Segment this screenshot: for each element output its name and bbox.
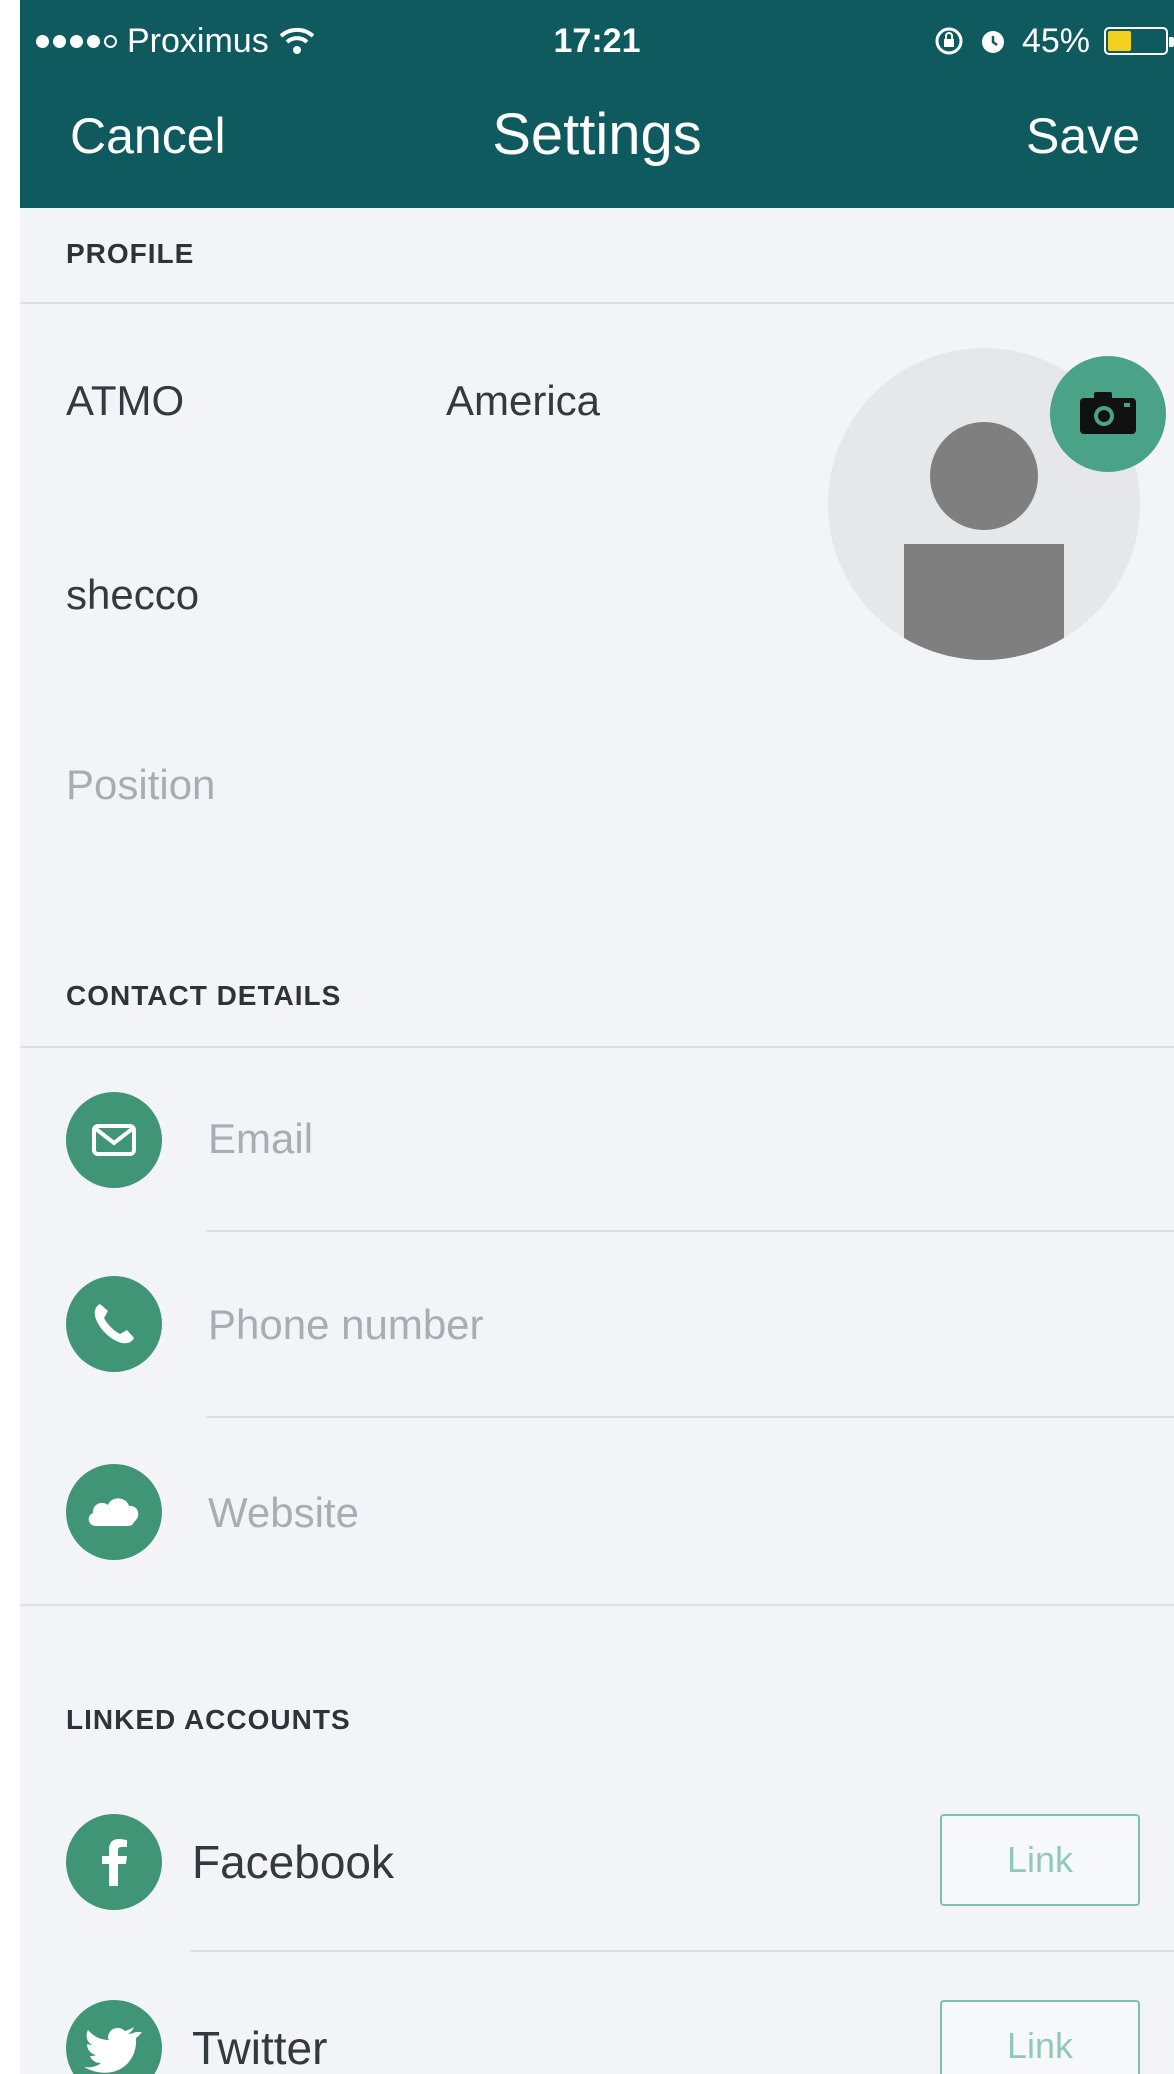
phone-number-field[interactable]: Phone number [208, 1298, 484, 1352]
position-field[interactable]: Position [66, 758, 215, 812]
twitter-label: Twitter [192, 2022, 328, 2074]
email-field[interactable]: Email [208, 1112, 313, 1166]
phone-divider [206, 1416, 1174, 1418]
contact-divider [20, 1046, 1174, 1048]
last-name-field[interactable]: America [446, 374, 600, 428]
twitter-link-button[interactable]: Link [940, 2000, 1140, 2074]
change-photo-button[interactable] [1050, 356, 1166, 472]
phone-icon [66, 1276, 162, 1372]
facebook-link-button[interactable]: Link [940, 1814, 1140, 1906]
avatar-head-shape [930, 422, 1038, 530]
twitter-icon [66, 2000, 162, 2074]
facebook-label: Facebook [192, 1836, 395, 1888]
cloud-icon [66, 1464, 162, 1560]
username-field[interactable]: shecco [66, 568, 199, 622]
save-button[interactable]: Save [1026, 106, 1140, 166]
battery-percentage: 45% [1021, 22, 1090, 60]
profile-section-header: PROFILE [66, 238, 195, 269]
camera-icon [1080, 392, 1136, 434]
email-icon [66, 1092, 162, 1188]
navigation-bar: Proximus 17:21 45% Cancel Settings Save [20, 0, 1174, 208]
facebook-icon [66, 1814, 162, 1910]
facebook-divider [190, 1950, 1174, 1952]
status-indicators: 45% [934, 16, 1174, 66]
email-divider [206, 1230, 1174, 1232]
rotation-lock-icon [935, 27, 963, 55]
avatar-body-shape [904, 544, 1064, 660]
battery-icon [1104, 27, 1174, 55]
alarm-icon [981, 31, 1004, 53]
website-field[interactable]: Website [208, 1486, 359, 1540]
battery-level [1108, 31, 1131, 51]
contact-section-header: CONTACT DETAILS [66, 980, 342, 1011]
page-title: Settings [492, 102, 702, 167]
settings-screen: Proximus 17:21 45% Cancel Settings Save … [20, 0, 1174, 2074]
linked-accounts-section-header: LINKED ACCOUNTS [66, 1704, 351, 1735]
website-divider [20, 1604, 1174, 1606]
first-name-field[interactable]: ATMO [66, 374, 184, 428]
profile-divider [20, 302, 1174, 304]
